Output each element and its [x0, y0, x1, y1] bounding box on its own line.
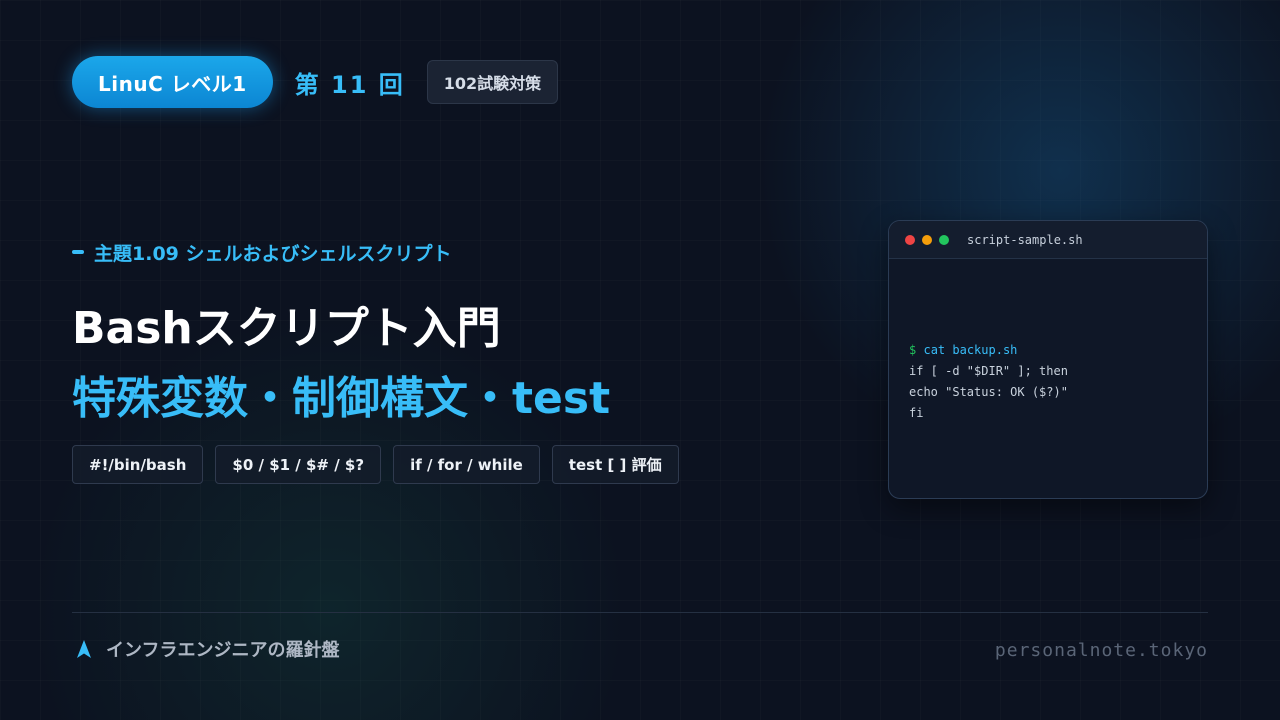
footer-divider: [72, 612, 1208, 613]
prompt-sign: $: [909, 343, 917, 357]
terminal-filename: script-sample.sh: [967, 232, 1083, 247]
site-url: personalnote.tokyo: [994, 639, 1208, 661]
chip-shebang: #!/bin/bash: [72, 445, 204, 484]
keyword-chips: #!/bin/bash $0 / $1 / $# / $? if / for /…: [72, 445, 679, 484]
minimize-dot-icon: [922, 234, 932, 245]
page-subtitle: 特殊変数・制御構文・test: [72, 373, 611, 424]
chip-special-variables: $0 / $1 / $# / $?: [215, 445, 382, 484]
chip-control-structures: if / for / while: [393, 445, 540, 484]
chip-test-evaluation: test [ ] 評価: [551, 445, 679, 484]
code-line: if [ -d "$DIR" ]; then: [909, 364, 1068, 378]
close-dot-icon: [905, 234, 915, 245]
page-title: Bashスクリプト入門: [72, 303, 501, 354]
header-row: LinuC レベル1 第 11 回 102試験対策: [72, 56, 559, 108]
episode-number: 第 11 回: [294, 70, 405, 99]
dash-icon: [72, 250, 84, 254]
code-line: fi: [909, 406, 924, 420]
level-badge: LinuC レベル1: [72, 56, 273, 108]
exam-tag: 102試験対策: [426, 60, 559, 104]
terminal-body: $ cat backup.sh if [ -d "$DIR" ]; then e…: [889, 259, 1207, 424]
code-line: echo "Status: OK ($?)": [909, 385, 1068, 399]
compass-arrow-icon: [77, 640, 91, 658]
terminal-titlebar: script-sample.sh: [889, 221, 1207, 259]
terminal-window: script-sample.sh $ cat backup.sh if [ -d…: [888, 220, 1208, 499]
footer-brand: インフラエンジニアの羅針盤: [76, 636, 339, 662]
subject-line: 主題1.09 シェルおよびシェルスクリプト: [72, 238, 452, 266]
terminal-command: cat backup.sh: [923, 343, 1018, 357]
subject-text: 主題1.09 シェルおよびシェルスクリプト: [94, 242, 452, 265]
terminal-command-line: $ cat backup.sh: [909, 340, 1187, 361]
brand-name: インフラエンジニアの羅針盤: [106, 640, 340, 661]
maximize-dot-icon: [939, 234, 949, 245]
